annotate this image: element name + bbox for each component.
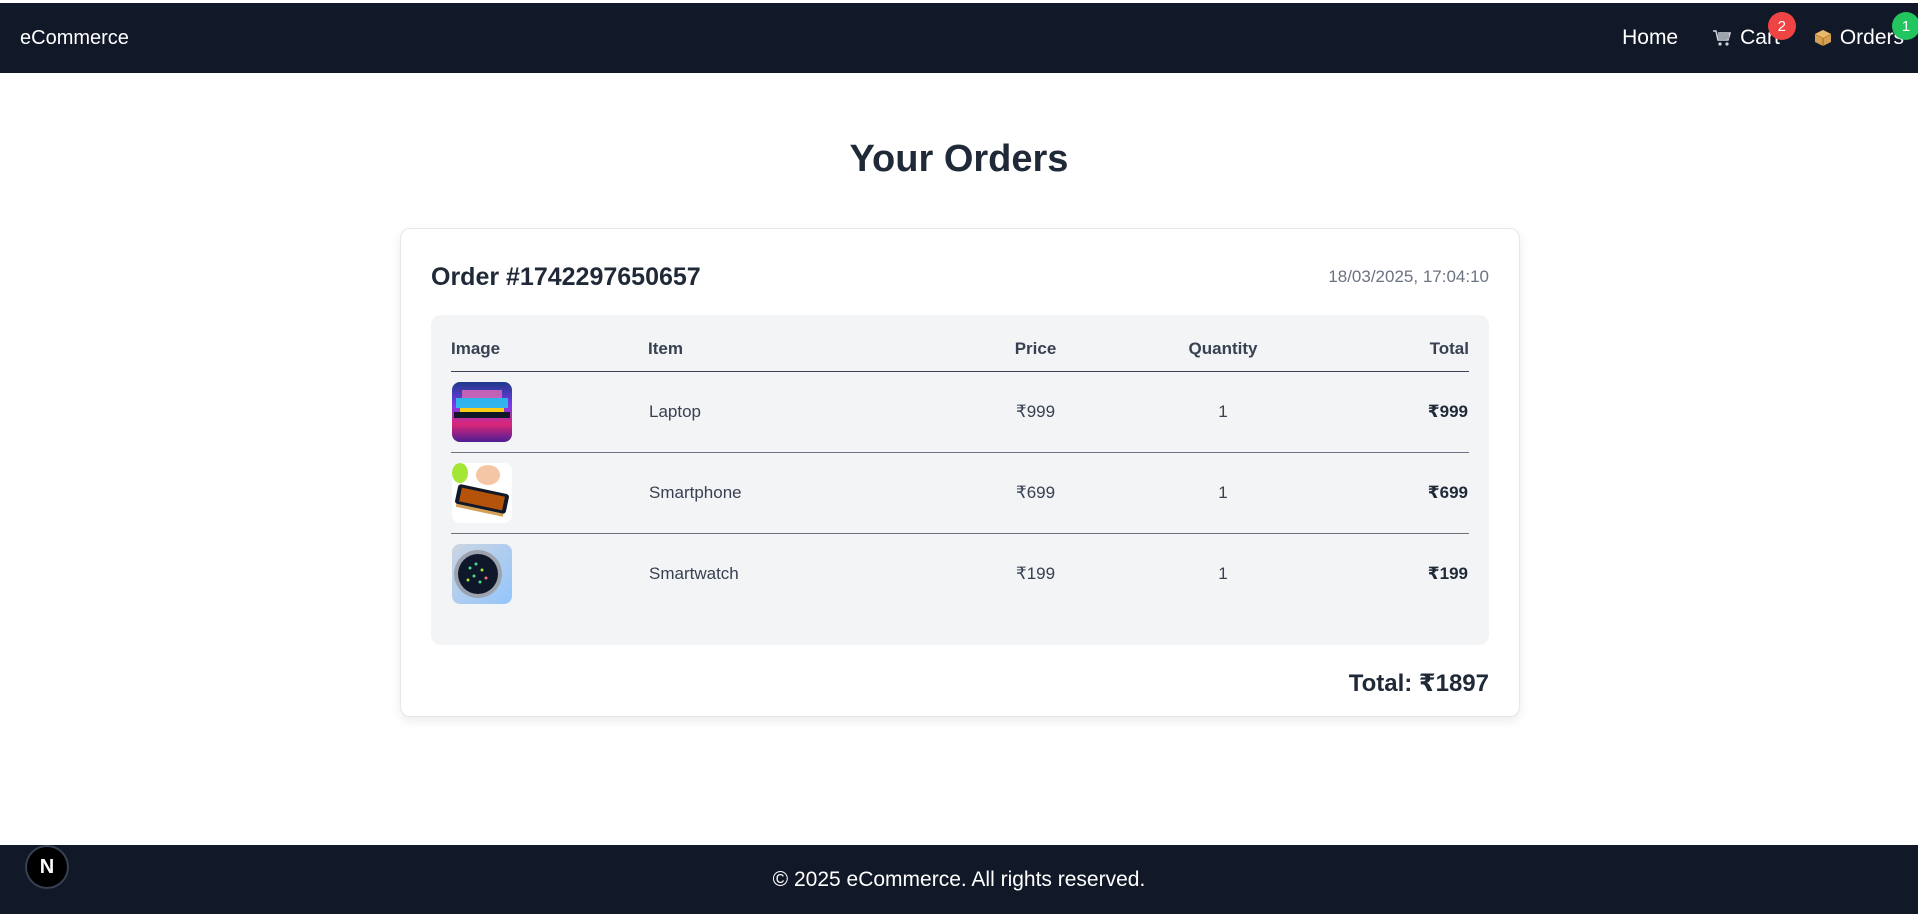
item-price: ₹699 [988, 452, 1083, 534]
orders-count-badge: 1 [1892, 12, 1918, 40]
table-row: Laptop ₹999 1 ₹999 [451, 371, 1469, 453]
next-dev-tools-button[interactable]: N [25, 845, 69, 889]
nav-orders-link[interactable]: Orders 1 [1814, 12, 1918, 50]
item-quantity: 1 [1083, 452, 1363, 534]
nav-links: Home Cart 2 Orders 1 [1622, 12, 1918, 50]
page-title: Your Orders [849, 138, 1069, 180]
nav-cart-link[interactable]: Cart 2 [1712, 12, 1796, 50]
column-header-total: Total [1363, 333, 1469, 372]
cart-count-badge: 2 [1767, 12, 1796, 40]
package-icon [1814, 29, 1832, 47]
item-total: ₹999 [1363, 371, 1469, 453]
item-total: ₹699 [1363, 452, 1469, 534]
column-header-price: Price [988, 333, 1083, 372]
brand-logo-link[interactable]: eCommerce [20, 27, 129, 50]
smartphone-image [452, 463, 512, 523]
order-items-table-container: Image Item Price Quantity Total Laptop ₹… [431, 315, 1489, 645]
column-header-quantity: Quantity [1083, 333, 1363, 372]
table-row: Smartphone ₹699 1 ₹699 [451, 452, 1469, 534]
cart-icon [1712, 29, 1732, 47]
table-row: Smartwatch ₹199 1 ₹199 [451, 534, 1469, 615]
order-header: Order #1742297650657 18/03/2025, 17:04:1… [431, 259, 1489, 295]
next-logo-icon: N [39, 855, 55, 878]
order-id: Order #1742297650657 [431, 262, 701, 291]
table-header-row: Image Item Price Quantity Total [451, 333, 1469, 372]
order-card: Order #1742297650657 18/03/2025, 17:04:1… [400, 228, 1520, 717]
item-name: Smartwatch [649, 564, 739, 584]
item-name: Smartphone [648, 452, 988, 534]
laptop-image [452, 382, 512, 442]
item-total: ₹199 [1427, 564, 1468, 584]
item-price: ₹999 [988, 371, 1083, 453]
top-navbar: eCommerce Home Cart 2 Orders 1 [0, 3, 1918, 73]
column-header-image: Image [451, 333, 648, 372]
footer-copyright: © 2025 eCommerce. All rights reserved. [772, 867, 1146, 891]
column-header-item: Item [648, 333, 988, 372]
order-date: 18/03/2025, 17:04:10 [1328, 267, 1489, 286]
item-quantity: 1 [1218, 564, 1228, 584]
nav-home-link[interactable]: Home [1622, 26, 1678, 50]
item-quantity: 1 [1083, 371, 1363, 453]
item-price: ₹199 [1015, 564, 1056, 584]
order-items-table: Image Item Price Quantity Total Laptop ₹… [451, 333, 1469, 615]
smartwatch-image [452, 544, 512, 605]
nav-home-label: Home [1622, 26, 1679, 49]
footer: © 2025 eCommerce. All rights reserved. [0, 845, 1918, 914]
order-grand-total: Total: ₹1897 [1348, 669, 1489, 697]
item-name: Laptop [648, 371, 988, 453]
